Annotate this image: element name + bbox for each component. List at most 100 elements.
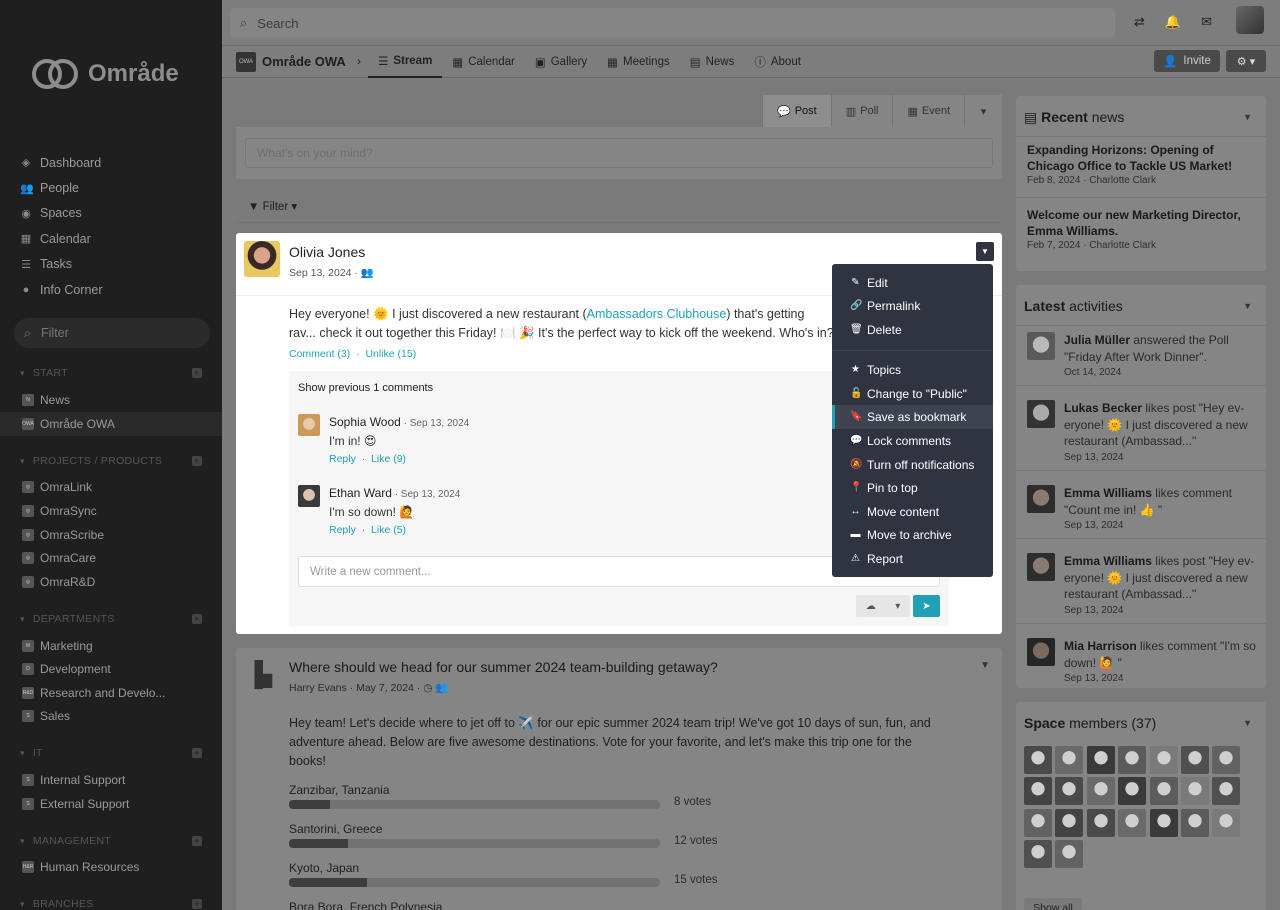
member-avatar[interactable] (1180, 808, 1209, 837)
tab-news[interactable]: ▤ News (680, 46, 745, 78)
show-previous-comments[interactable]: Show previous 1 comments (298, 382, 433, 394)
post-input[interactable]: What's on your mind? (245, 138, 993, 168)
poll-option[interactable]: Bora Bora, French Polynesia (289, 900, 749, 910)
sidebar-item-omrade-owa[interactable]: OWA Område OWA (0, 412, 222, 436)
sidebar-item-internal-support[interactable]: S Internal Support (0, 768, 222, 792)
avatar[interactable] (244, 241, 280, 277)
menu-item-move-content[interactable]: ↔ Move content (832, 500, 993, 524)
member-avatar[interactable] (1055, 746, 1084, 774)
chevron-down-icon[interactable]: ▼ (1243, 301, 1252, 311)
member-avatar[interactable] (1212, 808, 1241, 837)
member-avatar[interactable] (1212, 746, 1241, 774)
tab-stream[interactable]: ☰ Stream (368, 46, 443, 78)
sidebar-item-omracare[interactable]: ◎ OmraCare (0, 546, 222, 570)
member-avatar[interactable] (1118, 808, 1147, 837)
menu-item-report[interactable]: ⚠ Report (832, 547, 993, 571)
post-author[interactable]: Olivia Jones (289, 244, 365, 260)
member-avatar[interactable] (1055, 808, 1084, 837)
poll-option[interactable]: Kyoto, Japan 15 votes (289, 861, 749, 887)
menu-item-topics[interactable]: ★ Topics (832, 358, 993, 382)
sidebar-item-omrascribe[interactable]: ◎ OmraScribe (0, 523, 222, 547)
section-projects[interactable]: ▾ PROJECTS / PRODUCTS + (20, 455, 202, 467)
menu-item-permalink[interactable]: 🔗 Permalink (832, 294, 993, 318)
member-avatar[interactable] (1086, 808, 1115, 837)
sidebar-item-development[interactable]: D Development (0, 657, 222, 681)
sidebar-item-sales[interactable]: S Sales (0, 704, 222, 728)
menu-item-pin[interactable]: 📍 Pin to top (832, 476, 993, 500)
add-space-icon[interactable]: + (192, 836, 202, 846)
member-avatar[interactable] (1024, 840, 1052, 869)
news-item[interactable]: Welcome our new Marketing Director, Emma… (1027, 207, 1257, 251)
post-date[interactable]: Sep 13, 2024 · (289, 267, 358, 279)
space-name[interactable]: Område OWA (262, 54, 346, 69)
menu-item-lock-comments[interactable]: 💬 Lock comments (832, 429, 993, 453)
add-space-icon[interactable]: + (192, 899, 202, 909)
more-content-types-button[interactable]: ▾ (964, 95, 1003, 127)
tab-gallery[interactable]: ▣ Gallery (525, 46, 597, 78)
avatar[interactable] (298, 414, 320, 436)
member-avatar[interactable] (1024, 808, 1052, 837)
menu-item-edit[interactable]: ✎ Edit (832, 271, 993, 295)
nav-people[interactable]: 👥 People (20, 175, 103, 200)
poll-title[interactable]: Where should we head for our summer 2024… (289, 659, 718, 675)
user-avatar[interactable] (1236, 6, 1264, 34)
menu-item-save-bookmark[interactable]: 🔖 Save as bookmark (832, 405, 993, 429)
member-avatar[interactable] (1055, 840, 1084, 869)
section-start[interactable]: ▾ START + (20, 367, 202, 379)
member-avatar[interactable] (1024, 746, 1052, 774)
member-avatar[interactable] (1086, 746, 1115, 774)
member-avatar[interactable] (1118, 777, 1147, 806)
sidebar-filter-input[interactable]: ⌕ Filter (14, 318, 210, 348)
tab-meetings[interactable]: ▦ Meetings (597, 46, 680, 78)
news-item[interactable]: Expanding Horizons: Opening of Chicago O… (1027, 142, 1257, 186)
like-link[interactable]: Like (9) (371, 453, 406, 465)
invite-button[interactable]: 👤 Invite (1154, 50, 1220, 72)
upload-button[interactable]: ☁ ▾ (856, 595, 910, 617)
add-space-icon[interactable]: + (192, 368, 202, 378)
nav-calendar[interactable]: ▦ Calendar (20, 226, 103, 251)
post-menu-toggle[interactable]: ▼ (976, 242, 994, 261)
member-avatar[interactable] (1118, 746, 1147, 774)
poll-option[interactable]: Zanzibar, Tanzania 8 votes (289, 783, 749, 809)
sidebar-item-omrasync[interactable]: ◎ OmraSync (0, 499, 222, 523)
poll-option[interactable]: Santorini, Greece 12 votes (289, 822, 749, 848)
add-space-icon[interactable]: + (192, 456, 202, 466)
nav-dashboard[interactable]: ◈ Dashboard (20, 150, 103, 175)
chevron-down-icon[interactable]: ▼ (980, 660, 990, 671)
nav-tasks[interactable]: ☰ Tasks (20, 252, 103, 277)
member-avatar[interactable] (1055, 777, 1084, 806)
comment-author[interactable]: Sophia Wood (329, 415, 401, 429)
sidebar-item-marketing[interactable]: M Marketing (0, 634, 222, 658)
sidebar-item-human-resources[interactable]: H&R Human Resources (0, 855, 222, 879)
sidebar-item-omrard[interactable]: ◎ OmraR&D (0, 570, 222, 594)
add-space-icon[interactable]: + (192, 748, 202, 758)
sidebar-item-omralink[interactable]: ◎ OmraLink (0, 475, 222, 499)
comment-date[interactable]: · Sep 13, 2024 (392, 489, 461, 500)
menu-item-delete[interactable]: 🗑 Delete (832, 318, 993, 342)
poll-author-date[interactable]: Harry Evans · May 7, 2024 · (289, 682, 420, 694)
filter-button[interactable]: ▼ Filter ▾ (248, 199, 297, 213)
show-all-members-button[interactable]: Show all (1024, 898, 1082, 910)
tab-about[interactable]: ⓘ About (744, 46, 811, 78)
tab-event[interactable]: ▦ Event (892, 95, 965, 127)
section-departments[interactable]: ▾ DEPARTMENTS + (20, 613, 202, 625)
member-avatar[interactable] (1149, 777, 1178, 806)
nav-spaces[interactable]: ◉ Spaces (20, 201, 103, 226)
member-avatar[interactable] (1086, 777, 1115, 806)
chevron-down-icon[interactable]: ▼ (1243, 112, 1252, 122)
menu-item-archive[interactable]: ▬ Move to archive (832, 523, 993, 547)
comment-link[interactable]: Comment (3) (289, 348, 350, 360)
reply-link[interactable]: Reply (329, 524, 356, 536)
restaurant-link[interactable]: Ambassadors Clubhouse (587, 307, 727, 321)
add-space-icon[interactable]: + (192, 614, 202, 624)
reply-link[interactable]: Reply (329, 453, 356, 465)
member-avatar[interactable] (1180, 746, 1209, 774)
comment-author[interactable]: Ethan Ward (329, 486, 392, 500)
brand-logo[interactable]: Område (32, 58, 179, 90)
section-management[interactable]: ▾ MANAGEMENT + (20, 835, 202, 847)
like-link[interactable]: Like (5) (371, 524, 406, 536)
nav-info-corner[interactable]: ● Info Corner (20, 277, 103, 302)
send-comment-button[interactable]: ➤ (913, 595, 940, 617)
space-settings-button[interactable]: ⚙ ▾ (1226, 50, 1266, 72)
tab-poll[interactable]: ▥ Poll (830, 95, 893, 127)
